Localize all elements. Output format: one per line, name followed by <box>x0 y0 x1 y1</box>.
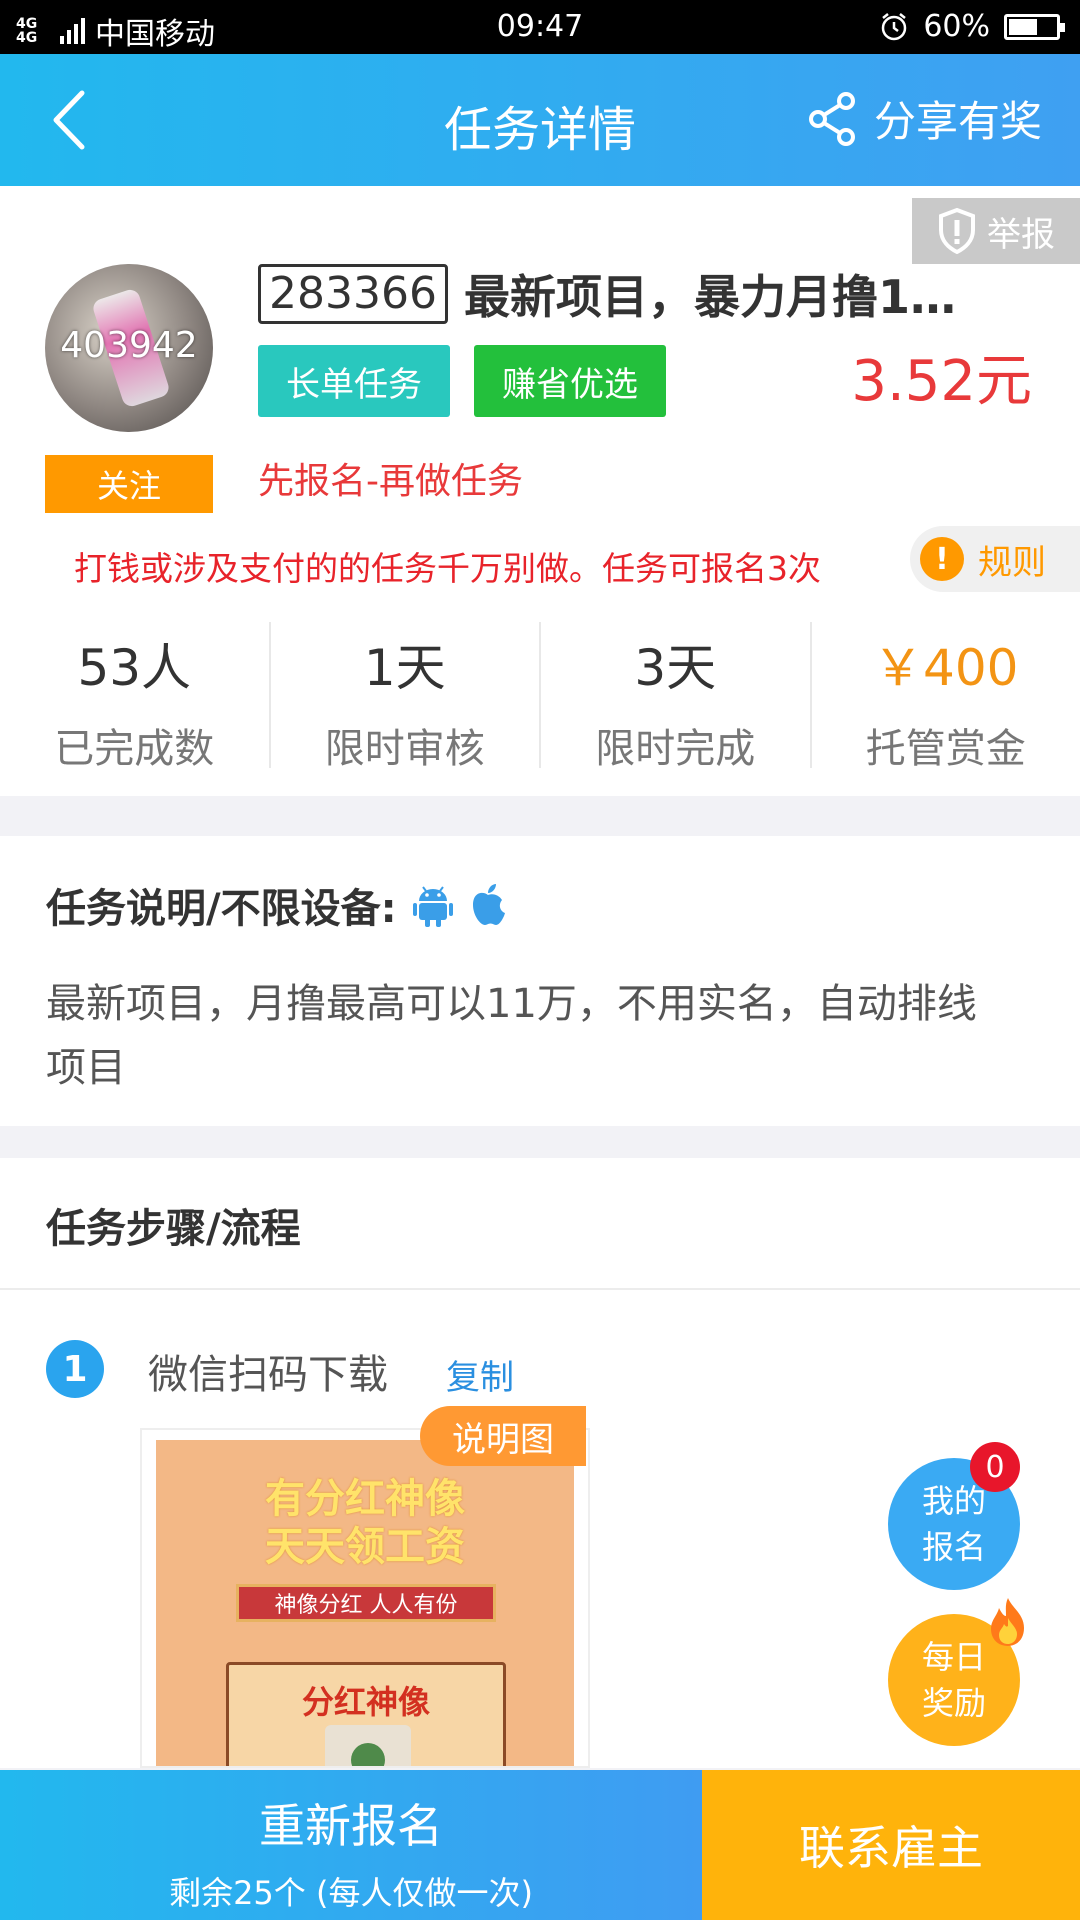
stat-value: 1天 <box>363 639 446 697</box>
stat-complete-time: 3天 限时完成 <box>541 622 812 772</box>
alarm-icon <box>882 12 907 40</box>
poster-line-2: 天天领工资 <box>265 1524 465 1570</box>
task-price: 3.52元 <box>851 349 1032 414</box>
task-stats: 53人 已完成数 1天 限时审核 3天 限时完成 ￥400 托管赏金 <box>0 622 1080 772</box>
task-id: 283366 <box>258 264 448 324</box>
battery-percent: 60% <box>923 9 990 44</box>
fire-icon <box>991 1598 1024 1646</box>
qr-poster-image: 有分红神像 天天领工资 神像分红 人人有份 分红神像 <box>156 1440 574 1766</box>
share-icon <box>808 91 855 146</box>
avatar-user-id: 403942 <box>60 325 198 366</box>
stat-completed: 53人 已完成数 <box>0 622 271 772</box>
step-number: 1 <box>46 1340 104 1398</box>
step-image[interactable]: 有分红神像 天天领工资 神像分红 人人有份 分红神像 <box>140 1428 590 1768</box>
my-signup-line-2: 报名 <box>921 1528 986 1566</box>
follow-button[interactable]: 关注 <box>45 455 213 513</box>
reapply-remaining: 剩余25个 (每人仅做一次) <box>169 1874 533 1912</box>
stat-value: ￥400 <box>873 639 1019 697</box>
divider <box>0 1288 1080 1290</box>
apple-icon <box>472 884 505 925</box>
stat-review-time: 1天 限时审核 <box>271 622 541 772</box>
poster-box: 分红神像 <box>226 1662 506 1766</box>
contact-employer-button[interactable]: 联系雇主 <box>702 1770 1080 1920</box>
task-summary-card: 举报 403942 关注 283366 最新项目，暴力月撸1… 长单任务 赚省优… <box>0 186 1080 796</box>
share-label: 分享有奖 <box>873 97 1042 146</box>
rules-label: 规则 <box>978 542 1046 583</box>
stat-value: 3天 <box>634 639 717 697</box>
steps-heading: 任务步骤/流程 <box>46 1206 301 1252</box>
image-explain-badge: 说明图 <box>420 1406 586 1466</box>
task-description-card: 任务说明/不限设备: 最新项目，月撸最高可以11万，不用实名，自动排线项目 <box>0 836 1080 1126</box>
poster-box-title: 分红神像 <box>301 1683 430 1721</box>
android-icon <box>412 886 453 927</box>
report-label: 举报 <box>987 214 1055 255</box>
daily-reward-line-2: 奖励 <box>921 1684 986 1722</box>
stat-escrow-reward: ￥400 托管赏金 <box>812 622 1080 772</box>
avatar[interactable]: 403942 <box>45 264 213 432</box>
payment-warning: 打钱或涉及支付的的任务千万别做。任务可报名3次 <box>74 549 821 588</box>
exclamation-icon: ! <box>920 537 964 581</box>
task-name: 最新项目，暴力月撸1… <box>463 270 956 324</box>
description-heading: 任务说明/不限设备: <box>46 876 507 934</box>
task-title: 283366 最新项目，暴力月撸1… <box>258 261 1018 327</box>
stat-label: 已完成数 <box>54 726 215 772</box>
copy-link[interactable]: 复制 <box>446 1350 514 1399</box>
battery-icon <box>1004 13 1065 40</box>
bottom-action-bar: 重新报名 剩余25个 (每人仅做一次) 联系雇主 <box>0 1770 1080 1920</box>
daily-reward-line-1: 每日 <box>921 1638 986 1676</box>
description-title: 任务说明/不限设备: <box>46 886 397 932</box>
rules-button[interactable]: ! 规则 <box>910 526 1080 592</box>
report-button[interactable]: 举报 <box>912 198 1080 264</box>
stat-label: 托管赏金 <box>865 726 1026 772</box>
status-right: 60% <box>879 9 1065 44</box>
share-button[interactable]: 分享有奖 <box>806 88 1042 149</box>
shield-alert-icon <box>939 208 975 254</box>
status-bar: 4G 4G 中国移动 09:47 60% <box>0 0 1080 54</box>
poster-figure <box>325 1725 411 1766</box>
signup-hint: 先报名-再做任务 <box>258 461 523 502</box>
poster-ribbon: 神像分红 人人有份 <box>236 1584 496 1622</box>
tag-featured: 赚省优选 <box>474 345 666 417</box>
my-signup-line-1: 我的 <box>921 1482 986 1520</box>
reapply-label: 重新报名 <box>259 1799 443 1853</box>
signup-count-badge: 0 <box>970 1442 1020 1492</box>
battery-fill <box>1009 18 1037 35</box>
app-header: 任务详情 分享有奖 <box>0 54 1080 186</box>
tag-long-order: 长单任务 <box>258 345 450 417</box>
stat-value: 53人 <box>77 639 192 697</box>
stat-label: 限时审核 <box>324 726 485 772</box>
step-text: 微信扫码下载 <box>148 1352 388 1398</box>
stat-label: 限时完成 <box>595 726 756 772</box>
description-body: 最新项目，月撸最高可以11万，不用实名，自动排线项目 <box>46 981 977 1091</box>
reapply-button[interactable]: 重新报名 剩余25个 (每人仅做一次) <box>0 1770 702 1920</box>
